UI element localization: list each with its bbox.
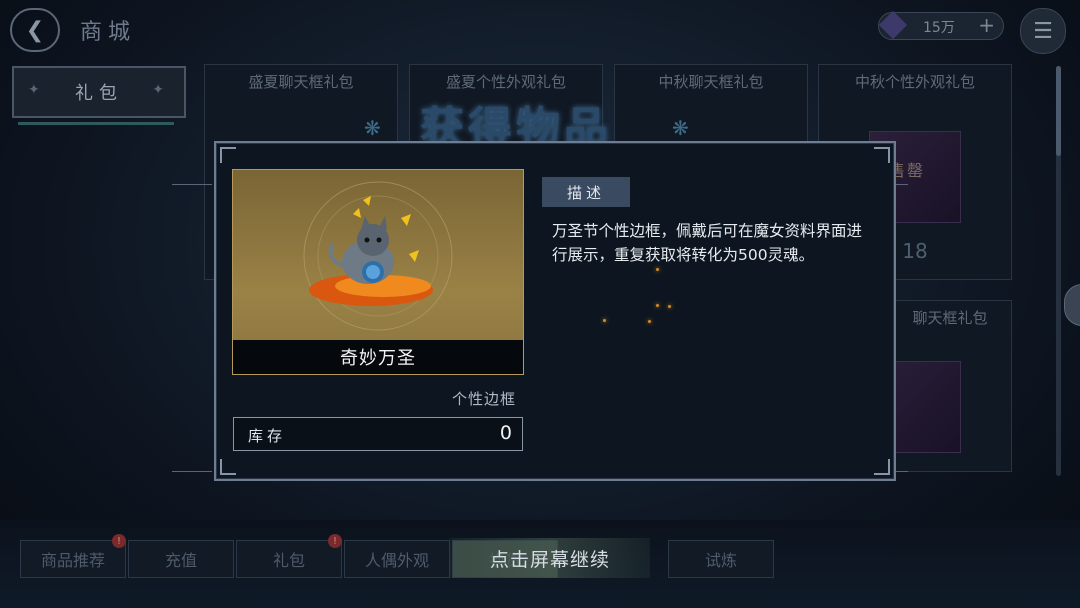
stock-value: 0	[499, 422, 512, 444]
tap-to-continue[interactable]: 点击屏幕继续	[450, 538, 650, 578]
corner-ornament	[874, 147, 890, 163]
add-currency-icon[interactable]: +	[978, 13, 995, 37]
nav-gift[interactable]: 礼包	[236, 540, 342, 578]
currency-display[interactable]: 15万 +	[878, 10, 1004, 40]
nav-doll-appearance[interactable]: 人偶外观	[344, 540, 450, 578]
back-arrow-icon: ❮	[25, 17, 45, 43]
shop-card-name: 盛夏聊天框礼包	[248, 73, 354, 91]
nav-label: 礼包	[272, 551, 305, 570]
side-tab-gift[interactable]: ✦ 礼包 ✦	[12, 66, 186, 118]
notification-badge: !	[328, 534, 342, 548]
hamburger-icon: ☰	[1033, 18, 1053, 44]
scrollbar-thumb[interactable]	[1056, 66, 1061, 156]
corner-ornament	[874, 459, 890, 475]
banner-ornament-icon: ❋	[364, 116, 381, 140]
diamond-ornament-icon: ✦	[152, 82, 170, 98]
item-name: 奇妙万圣	[233, 340, 523, 374]
side-tab-label: 礼包	[75, 83, 123, 104]
side-tab-underline	[18, 122, 174, 125]
spark-particle	[603, 319, 606, 322]
diamond-ornament-icon: ✦	[28, 82, 46, 98]
spark-particle	[656, 304, 659, 307]
description-tab: 描述	[542, 177, 630, 207]
notification-badge: !	[112, 534, 126, 548]
nav-recharge[interactable]: 充值	[128, 540, 234, 578]
nav-label: 充值	[164, 551, 197, 570]
gem-icon	[878, 10, 908, 40]
nav-label: 试炼	[704, 551, 737, 570]
menu-button[interactable]: ☰	[1020, 8, 1066, 54]
stock-label: 库存	[248, 427, 287, 445]
item-card: 奇妙万圣	[232, 169, 524, 375]
nav-label: 商品推荐	[40, 551, 105, 570]
back-button[interactable]: ❮	[10, 8, 60, 52]
spark-particle	[668, 305, 671, 308]
page-title: 商城	[80, 20, 137, 45]
corner-ornament	[220, 147, 236, 163]
spark-particle	[648, 320, 651, 323]
banner-ornament-icon: ❋	[672, 116, 689, 140]
halloween-cat-frame-image	[303, 181, 453, 331]
currency-amount: 15万	[923, 20, 955, 36]
item-type: 个性边框	[452, 390, 517, 408]
nav-trial[interactable]: 试炼	[668, 540, 774, 578]
corner-ornament	[220, 459, 236, 475]
shop-card-name: 聊天框礼包	[912, 309, 988, 327]
spark-particle	[656, 268, 659, 271]
shop-card-name: 盛夏个性外观礼包	[445, 73, 566, 91]
top-bar: ❮ 商城 15万 + ☰	[0, 0, 1080, 56]
item-description: 万圣节个性边框，佩戴后可在魔女资料界面进行展示，重复获取将转化为500灵魂。	[552, 222, 863, 264]
shop-card-name: 中秋个性外观礼包	[854, 73, 975, 91]
nav-label: 人偶外观	[364, 551, 429, 570]
stock-row: 库存 0	[233, 417, 523, 451]
decorative-line	[172, 184, 212, 185]
shop-card-name: 中秋聊天框礼包	[658, 73, 764, 91]
side-float-button[interactable]	[1064, 284, 1080, 326]
decorative-line	[172, 471, 212, 472]
nav-recommend[interactable]: 商品推荐	[20, 540, 126, 578]
